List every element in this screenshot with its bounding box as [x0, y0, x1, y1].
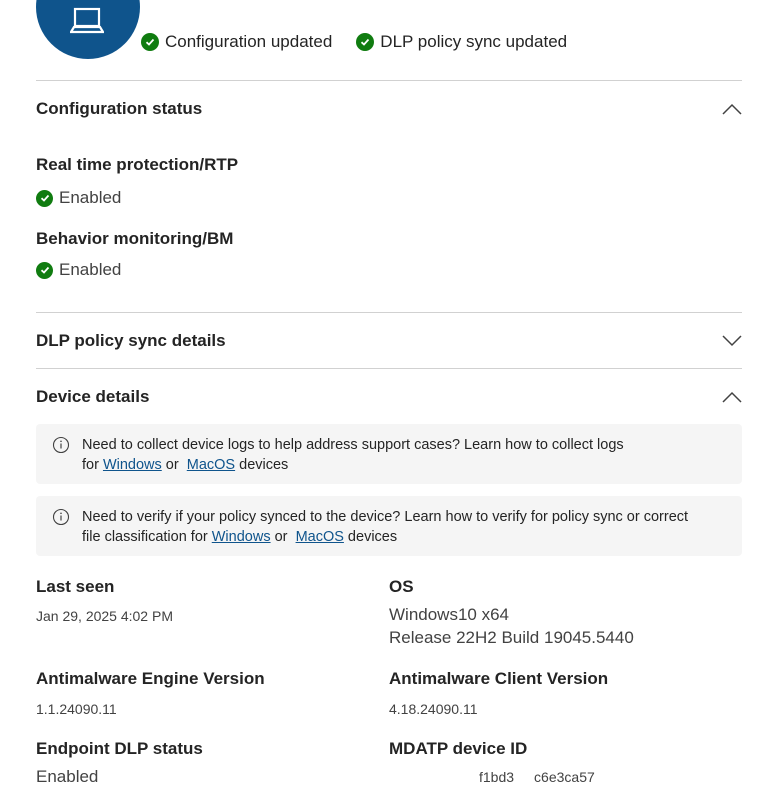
section-dlp-policy-sync[interactable]: DLP policy sync details — [36, 331, 742, 351]
last-seen-label: Last seen — [36, 577, 115, 596]
rtp-label: Real time protection/RTP — [36, 155, 239, 174]
section-configuration-status[interactable]: Configuration status — [36, 99, 742, 119]
section-device-details[interactable]: Device details — [36, 387, 742, 407]
id-fragment: f1bd3 — [479, 769, 515, 785]
check-circle-icon — [356, 33, 375, 51]
status-text: DLP policy sync updated — [380, 32, 568, 51]
info-collect-logs: Need to collect device logs to help addr… — [36, 424, 742, 484]
info-text: or — [161, 457, 183, 473]
dlp-status-value: Enabled — [36, 767, 99, 786]
last-seen-value: Jan 29, 2025 4:02 PM — [36, 608, 173, 624]
info-text: for — [82, 457, 103, 473]
info-text: file classification for — [82, 529, 212, 545]
info-icon — [52, 508, 70, 526]
rtp-value: Enabled — [36, 188, 121, 208]
section-title: Device details — [36, 387, 150, 406]
macos-sync-link[interactable]: MacOS — [296, 529, 344, 545]
mdatp-id-value: f1bd3 c6e3ca57 — [389, 769, 595, 785]
info-text: Need to verify if your policy synced to … — [82, 509, 689, 525]
info-icon — [52, 436, 70, 454]
windows-sync-link[interactable]: Windows — [212, 529, 271, 545]
section-title: Configuration status — [36, 99, 203, 118]
divider — [36, 368, 742, 369]
status-dlp: DLP policy sync updated — [356, 32, 567, 52]
os-label: OS — [389, 577, 414, 596]
check-circle-icon — [36, 261, 53, 279]
check-circle-icon — [141, 33, 159, 51]
device-status-row: Configuration updated DLP policy sync up… — [141, 32, 567, 52]
divider — [36, 312, 742, 313]
bm-label: Behavior monitoring/BM — [36, 229, 234, 248]
value-text: Enabled — [59, 260, 122, 279]
divider — [36, 80, 742, 81]
status-config: Configuration updated — [141, 32, 332, 52]
os-value: Windows10 x64 — [389, 605, 510, 624]
client-version-label: Antimalware Client Version — [389, 669, 609, 688]
info-policy-sync: Need to verify if your policy synced to … — [36, 496, 742, 556]
chevron-up-icon — [722, 103, 742, 115]
section-title: DLP policy sync details — [36, 331, 226, 350]
macos-logs-link[interactable]: MacOS — [187, 457, 235, 473]
engine-version-label: Antimalware Engine Version — [36, 669, 265, 688]
info-text: devices — [235, 457, 289, 473]
check-circle-icon — [36, 189, 53, 207]
laptop-icon — [70, 7, 104, 34]
dlp-status-label: Endpoint DLP status — [36, 739, 203, 758]
info-text: devices — [343, 529, 398, 545]
chevron-down-icon — [722, 335, 742, 347]
status-text: Configuration updated — [165, 32, 333, 51]
info-text: or — [270, 529, 292, 545]
info-text: Need to collect device logs to help addr… — [82, 437, 624, 453]
device-avatar — [36, 0, 140, 59]
chevron-up-icon — [722, 391, 742, 403]
bm-value: Enabled — [36, 260, 121, 280]
os-build-value: Release 22H2 Build 19045.5440 — [389, 628, 634, 647]
id-fragment: c6e3ca57 — [534, 769, 595, 785]
mdatp-id-label: MDATP device ID — [389, 739, 528, 758]
value-text: Enabled — [59, 188, 122, 207]
client-version-value: 4.18.24090.11 — [389, 701, 478, 717]
windows-logs-link[interactable]: Windows — [103, 457, 162, 473]
engine-version-value: 1.1.24090.11 — [36, 701, 117, 717]
